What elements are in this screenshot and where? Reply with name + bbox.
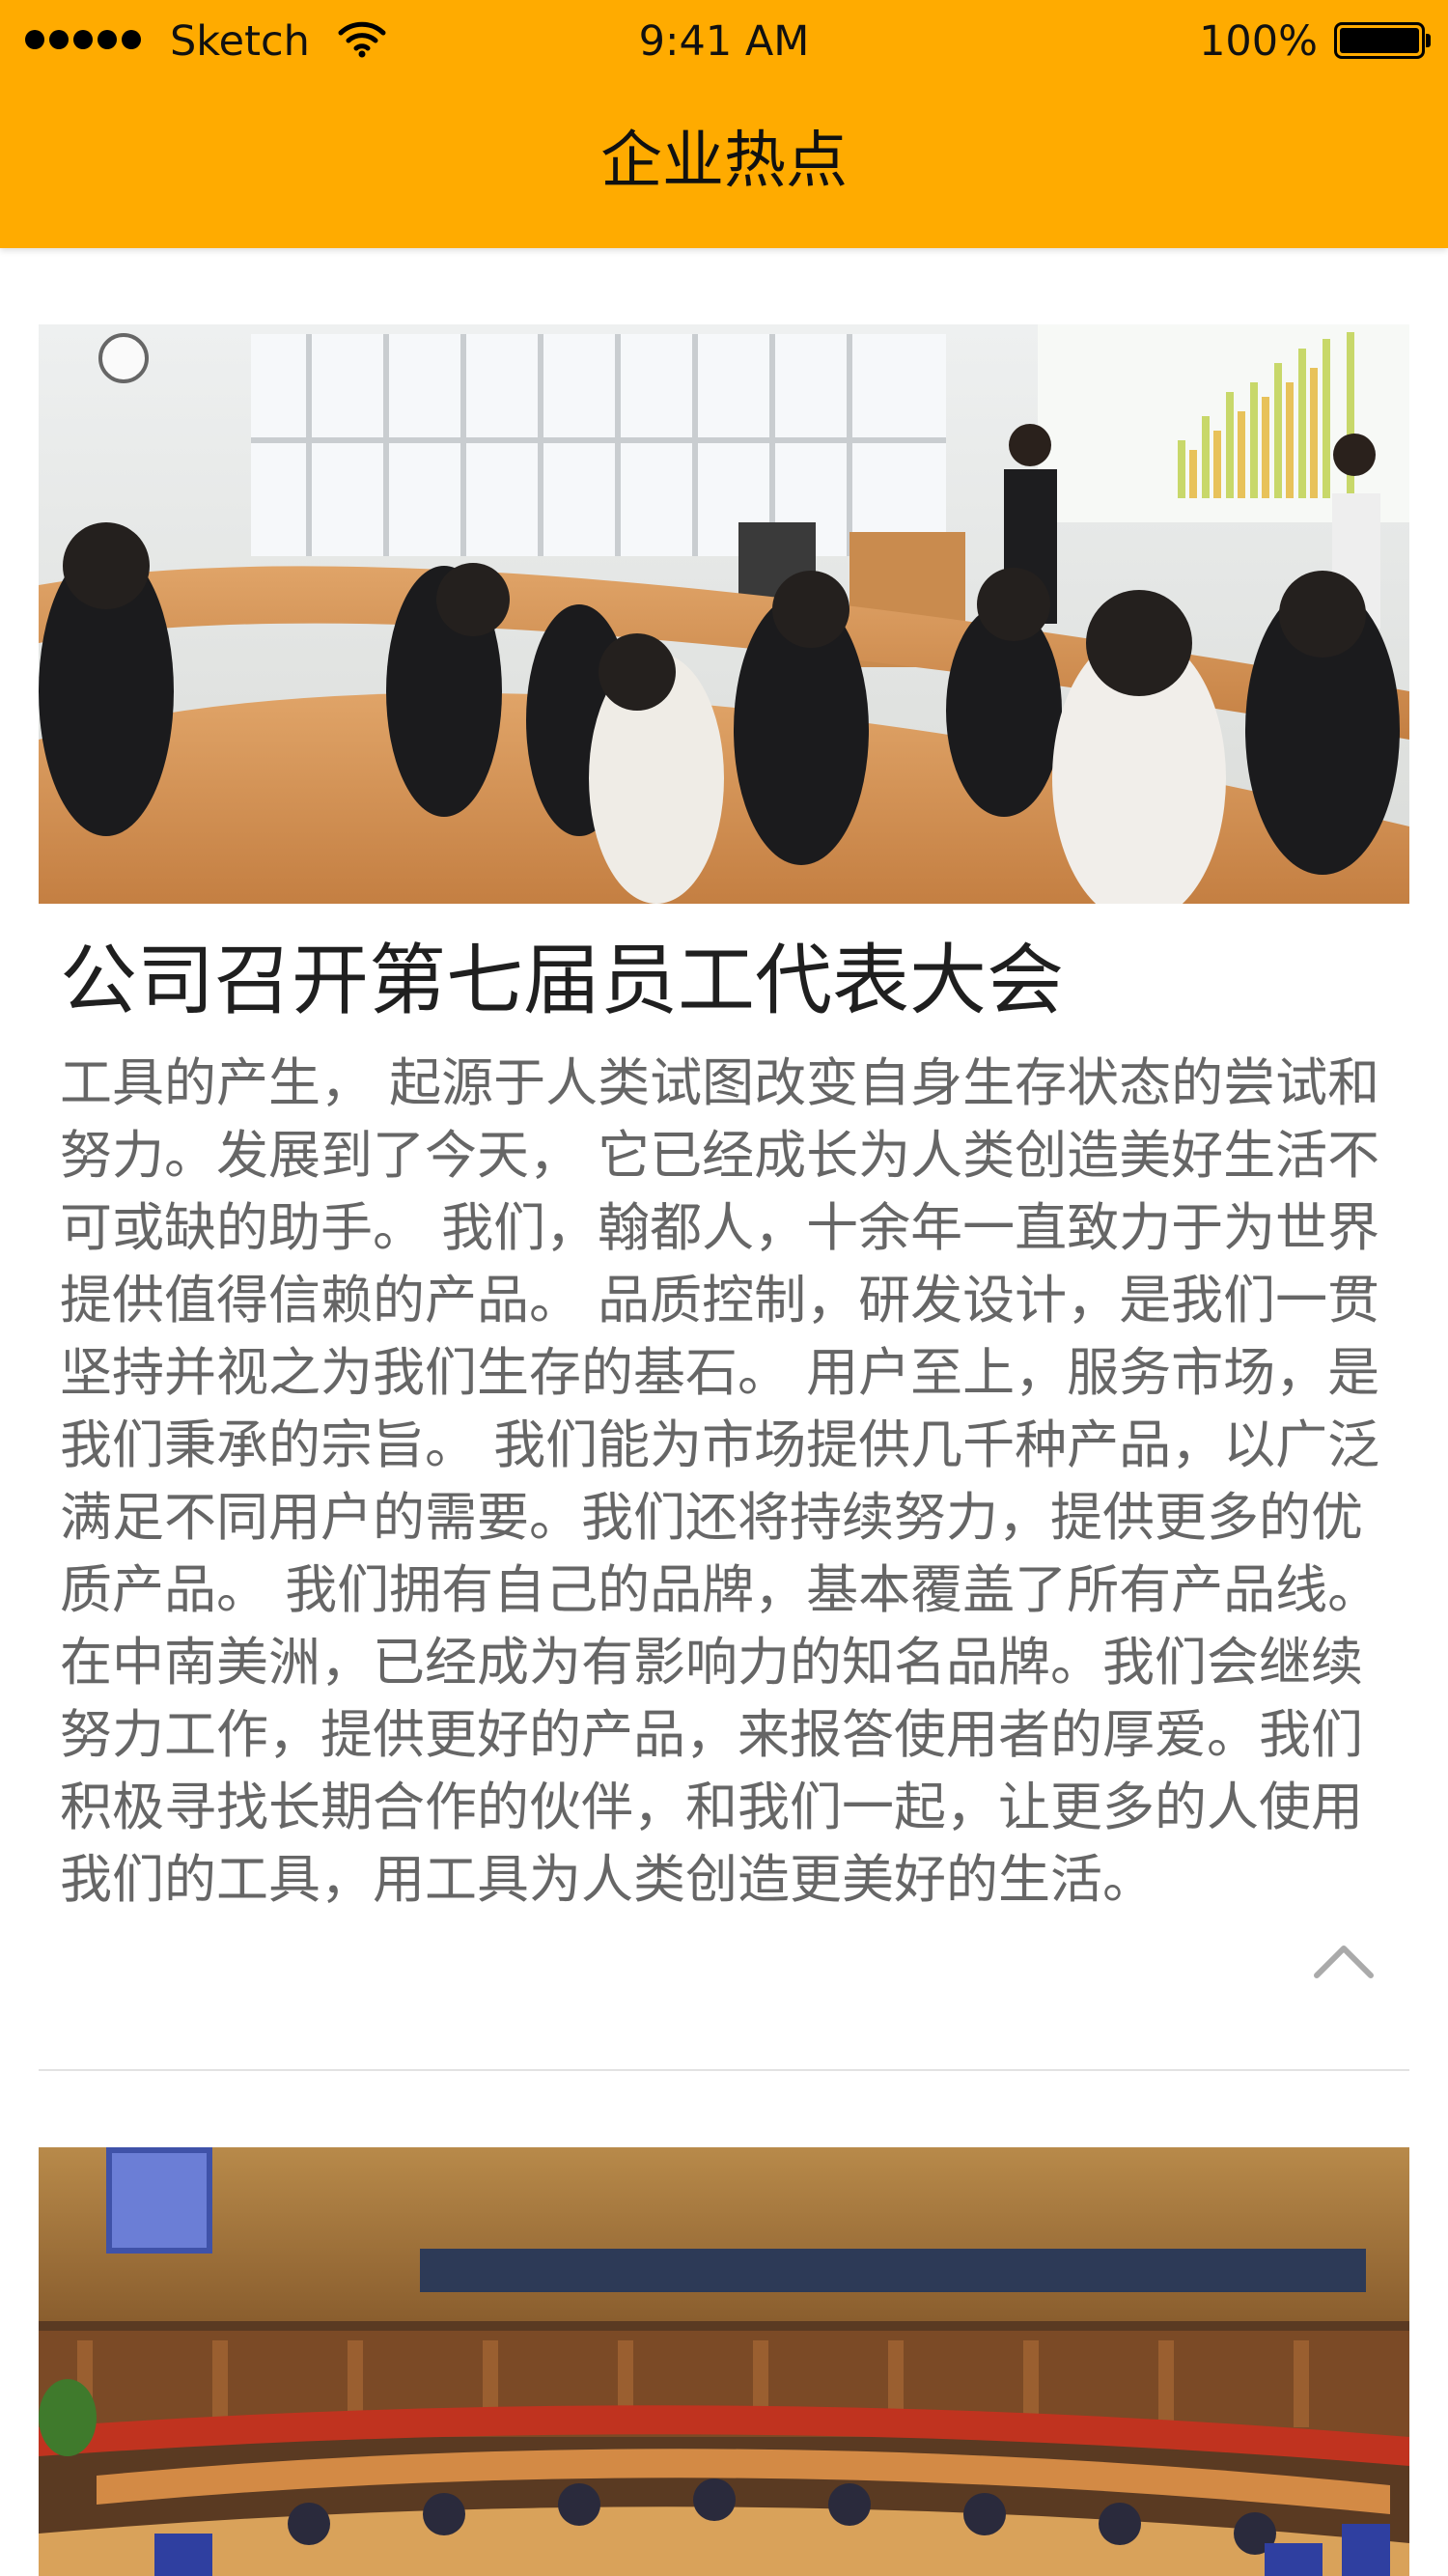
status-bar: Sketch 9:41 AM 100% <box>0 0 1448 83</box>
battery-percentage: 100% <box>1199 17 1318 66</box>
article-image[interactable] <box>39 324 1409 904</box>
header: Sketch 9:41 AM 100% 企业热点 <box>0 0 1448 248</box>
article-image[interactable] <box>39 2147 1409 2576</box>
article-title[interactable]: 公司召开第七届员工代表大会 <box>60 933 1392 1029</box>
battery-cap <box>1426 34 1431 47</box>
divider <box>39 2069 1409 2071</box>
chevron-up-icon[interactable] <box>1311 1941 1377 1981</box>
page-title: 企业热点 <box>600 126 848 197</box>
article-body: 工具的产生， 起源于人类试图改变自身生存状态的尝试和努力。发展到了今天， 它已经… <box>60 1052 1380 1910</box>
battery-icon <box>1334 22 1425 59</box>
